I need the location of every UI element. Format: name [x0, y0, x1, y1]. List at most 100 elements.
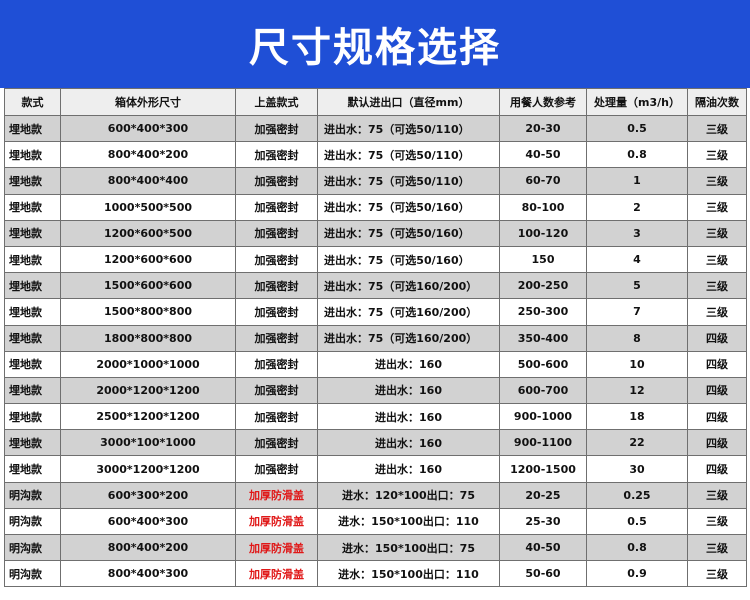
- cell-capacity: 2: [586, 193, 688, 221]
- cell-capacity: 22: [586, 429, 688, 457]
- cell-capacity: 0.8: [586, 141, 688, 169]
- cell-lid: 加强密封: [235, 193, 318, 221]
- cell-dimension: 2000*1200*1200: [60, 376, 236, 405]
- cell-people: 1200-1500: [499, 455, 587, 483]
- cell-port: 进出水：160: [317, 455, 500, 483]
- cell-separation: 四级: [687, 376, 747, 405]
- cell-people: 900-1000: [499, 403, 587, 431]
- spec-table: 款式 箱体外形尺寸 上盖款式 默认进出口（直径mm） 用餐人数参考 处理量（m3…: [4, 88, 747, 588]
- cell-port: 进出水：160: [317, 376, 500, 405]
- cell-separation: 三级: [687, 141, 747, 169]
- cell-port: 进出水：160: [317, 429, 500, 457]
- table-row: 埋地款 2000*1000*1000 加强密封 进出水：160 500-600 10 四级: [4, 350, 747, 378]
- cell-separation: 三级: [687, 533, 747, 562]
- cell-port: 进出水：75（可选160/200）: [317, 324, 500, 352]
- cell-dimension: 3000*1200*1200: [60, 455, 236, 483]
- header-separation: 隔油次数: [687, 88, 747, 116]
- table-row: 明沟款 600*300*200 加厚防滑盖 进水：120*100出口：75 20-25 0…: [4, 481, 747, 509]
- header-lid: 上盖款式: [235, 88, 318, 116]
- table-row: 明沟款 800*400*300 加厚防滑盖 进水：150*100出口：110 50-60…: [4, 560, 747, 588]
- cell-people: 150: [499, 245, 587, 274]
- cell-capacity: 0.8: [586, 533, 688, 562]
- table-row: 埋地款 1500*600*600 加强密封 进出水：75（可选160/200） 200-…: [4, 272, 747, 300]
- cell-port: 进出水：75（可选50/110）: [317, 141, 500, 169]
- cell-separation: 四级: [687, 455, 747, 483]
- cell-type: 埋地款: [4, 114, 61, 143]
- cell-people: 40-50: [499, 533, 587, 562]
- cell-lid: 加厚防滑盖: [235, 560, 318, 588]
- cell-dimension: 1800*800*800: [60, 324, 236, 352]
- cell-lid: 加强密封: [235, 455, 318, 483]
- cell-people: 100-120: [499, 219, 587, 247]
- header-port: 默认进出口（直径mm）: [317, 88, 500, 116]
- cell-separation: 三级: [687, 272, 747, 300]
- cell-port: 进出水：75（可选50/160）: [317, 193, 500, 221]
- cell-dimension: 1000*500*500: [60, 193, 236, 221]
- cell-separation: 三级: [687, 507, 747, 536]
- cell-lid: 加强密封: [235, 429, 318, 457]
- cell-capacity: 7: [586, 298, 688, 326]
- cell-type: 埋地款: [4, 141, 61, 169]
- cell-dimension: 600*400*300: [60, 114, 236, 143]
- cell-lid: 加厚防滑盖: [235, 507, 318, 536]
- cell-port: 进出水：75（可选50/160）: [317, 245, 500, 274]
- table-row: 埋地款 1500*800*800 加强密封 进出水：75（可选160/200） 250-…: [4, 298, 747, 326]
- table-row: 埋地款 1800*800*800 加强密封 进出水：75（可选160/200） 350-…: [4, 324, 747, 352]
- cell-port: 进出水：75（可选50/110）: [317, 167, 500, 195]
- cell-type: 埋地款: [4, 403, 61, 431]
- cell-separation: 三级: [687, 245, 747, 274]
- cell-port: 进水：120*100出口：75: [317, 481, 500, 509]
- page-title: 尺寸规格选择: [249, 25, 501, 71]
- cell-separation: 四级: [687, 350, 747, 378]
- cell-lid: 加强密封: [235, 167, 318, 195]
- title-banner: 尺寸规格选择: [0, 0, 750, 88]
- cell-capacity: 5: [586, 272, 688, 300]
- cell-dimension: 2000*1000*1000: [60, 350, 236, 378]
- header-row: 款式 箱体外形尺寸 上盖款式 默认进出口（直径mm） 用餐人数参考 处理量（m3…: [4, 88, 747, 116]
- cell-separation: 三级: [687, 481, 747, 509]
- cell-dimension: 1500*600*600: [60, 272, 236, 300]
- spec-table-body: 埋地款 600*400*300 加强密封 进出水：75（可选50/110） 20-30 0…: [4, 114, 747, 588]
- cell-people: 40-50: [499, 141, 587, 169]
- cell-dimension: 1500*800*800: [60, 298, 236, 326]
- cell-type: 明沟款: [4, 560, 61, 588]
- cell-separation: 三级: [687, 167, 747, 195]
- cell-people: 50-60: [499, 560, 587, 588]
- cell-capacity: 1: [586, 167, 688, 195]
- cell-type: 埋地款: [4, 429, 61, 457]
- cell-dimension: 1200*600*500: [60, 219, 236, 247]
- cell-people: 200-250: [499, 272, 587, 300]
- cell-people: 25-30: [499, 507, 587, 536]
- cell-lid: 加强密封: [235, 272, 318, 300]
- cell-type: 埋地款: [4, 219, 61, 247]
- cell-separation: 四级: [687, 403, 747, 431]
- cell-port: 进水：150*100出口：75: [317, 533, 500, 562]
- table-row: 埋地款 1000*500*500 加强密封 进出水：75（可选50/160） 80-10…: [4, 193, 747, 221]
- cell-capacity: 12: [586, 376, 688, 405]
- cell-dimension: 600*300*200: [60, 481, 236, 509]
- header-dimension: 箱体外形尺寸: [60, 88, 236, 116]
- cell-capacity: 18: [586, 403, 688, 431]
- header-people: 用餐人数参考: [499, 88, 587, 116]
- table-row: 埋地款 1200*600*600 加强密封 进出水：75（可选50/160） 150 4 三…: [4, 245, 747, 274]
- cell-people: 60-70: [499, 167, 587, 195]
- cell-capacity: 8: [586, 324, 688, 352]
- cell-capacity: 0.9: [586, 560, 688, 588]
- cell-type: 明沟款: [4, 507, 61, 536]
- table-row: 埋地款 600*400*300 加强密封 进出水：75（可选50/110） 20-30 0…: [4, 114, 747, 143]
- cell-lid: 加强密封: [235, 219, 318, 247]
- cell-people: 350-400: [499, 324, 587, 352]
- cell-people: 20-25: [499, 481, 587, 509]
- cell-people: 500-600: [499, 350, 587, 378]
- cell-separation: 四级: [687, 324, 747, 352]
- cell-capacity: 4: [586, 245, 688, 274]
- cell-type: 明沟款: [4, 533, 61, 562]
- cell-port: 进出水：75（可选50/110）: [317, 114, 500, 143]
- cell-lid: 加强密封: [235, 324, 318, 352]
- cell-dimension: 3000*100*1000: [60, 429, 236, 457]
- cell-port: 进出水：160: [317, 403, 500, 431]
- cell-separation: 三级: [687, 193, 747, 221]
- cell-dimension: 800*400*200: [60, 141, 236, 169]
- cell-type: 埋地款: [4, 193, 61, 221]
- cell-type: 埋地款: [4, 455, 61, 483]
